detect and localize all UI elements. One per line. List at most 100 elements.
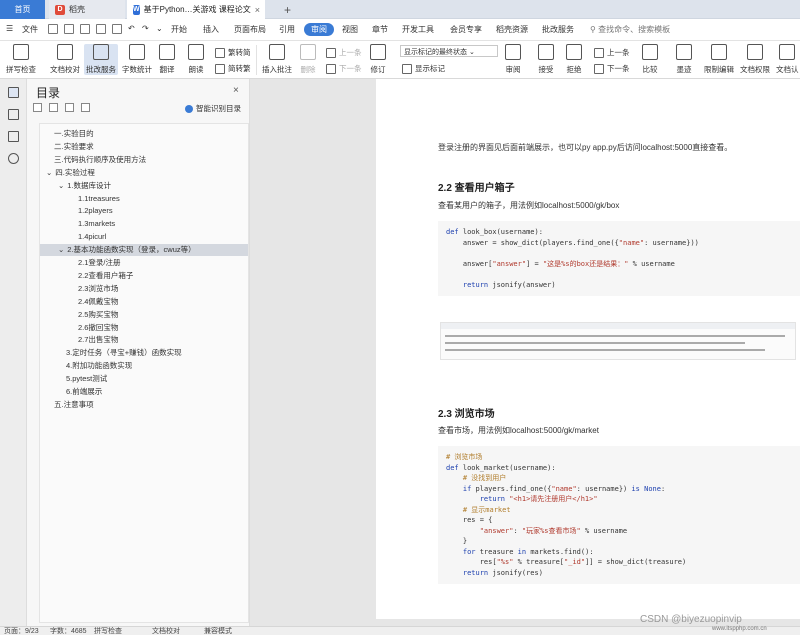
close-tab-icon[interactable]: ×: [255, 5, 260, 15]
doc-auth-button[interactable]: 文档认: [776, 44, 799, 75]
save-icon[interactable]: [64, 24, 74, 34]
show-markup-label: 显示标记: [415, 64, 445, 73]
correction-service-button[interactable]: 批改服务: [84, 44, 118, 75]
menu-resources[interactable]: 稻壳资源: [496, 24, 528, 35]
toc-item[interactable]: 1.2players: [40, 205, 248, 217]
toc-item[interactable]: 二.实验要求: [40, 141, 248, 153]
new-tab-icon[interactable]: +: [284, 3, 291, 17]
ink-button[interactable]: 墨迹: [676, 44, 692, 75]
track-changes-icon: [370, 44, 386, 60]
code-token: % username: [580, 526, 628, 535]
show-markup-button[interactable]: 显示标记: [402, 63, 445, 74]
toc-panel-icon[interactable]: [8, 87, 19, 98]
next-change-button[interactable]: 下一条: [594, 63, 630, 74]
toc-item[interactable]: 1.4picurl: [40, 231, 248, 243]
markup-state-select[interactable]: 显示标记的最终状态 ⌄: [400, 45, 498, 57]
open-icon[interactable]: [48, 24, 58, 34]
toc-item[interactable]: 2.7出售宝物: [40, 334, 248, 346]
reject-button[interactable]: 拒绝: [566, 44, 582, 75]
menu-references[interactable]: 引用: [279, 24, 295, 35]
prev-comment-button[interactable]: 上一条: [326, 47, 362, 58]
next-comment-button[interactable]: 下一条: [326, 63, 362, 74]
add-heading-icon[interactable]: [65, 103, 74, 112]
tab-store[interactable]: D 稻壳: [49, 0, 125, 19]
code-token: "name": [551, 484, 577, 493]
status-spell-check[interactable]: 拼写检查: [94, 627, 122, 635]
print-preview-icon[interactable]: [112, 24, 122, 34]
toc-item[interactable]: 2.3浏览市场: [40, 283, 248, 295]
toc-item[interactable]: 5.pytest测试: [40, 373, 248, 385]
tab-home[interactable]: 首页: [0, 0, 45, 19]
undo-icon[interactable]: ↶: [128, 24, 135, 33]
print-icon[interactable]: [96, 24, 106, 34]
word-count-button[interactable]: 字数统计: [122, 44, 152, 75]
menu-view[interactable]: 视图: [342, 24, 358, 35]
menu-chapter[interactable]: 章节: [372, 24, 388, 35]
accept-button[interactable]: 接受: [538, 44, 554, 75]
review-pane-button[interactable]: 审阅: [505, 44, 521, 75]
proofread-button[interactable]: 文档校对: [50, 44, 80, 75]
simp-to-trad-button[interactable]: 简转繁: [215, 63, 251, 74]
compat-mode: 兼容模式: [204, 628, 232, 635]
translate-button[interactable]: 翻译: [159, 44, 175, 75]
spell-check-button[interactable]: 拼写检查: [6, 44, 36, 75]
chevron-down-icon[interactable]: ⌄: [156, 24, 163, 33]
toc-expand-icon[interactable]: ⌄: [58, 181, 64, 190]
toc-item[interactable]: 6.前端展示: [40, 386, 248, 398]
toc-item[interactable]: ⌄ 1.数据库设计: [40, 180, 248, 192]
toc-item[interactable]: 2.2查看用户箱子: [40, 270, 248, 282]
tab-document[interactable]: W 基于Python…关游戏 课程论文 ×: [127, 0, 265, 19]
hamburger-icon[interactable]: ☰: [6, 24, 13, 33]
code-token: # 没找到用户: [446, 474, 507, 482]
toc-item[interactable]: 五.注意事项: [40, 399, 248, 411]
close-icon[interactable]: ×: [233, 85, 239, 96]
toc-item[interactable]: 三.代码执行顺序及使用方法: [40, 154, 248, 166]
status-proofread[interactable]: 文档校对: [152, 627, 180, 635]
menu-file[interactable]: 文件: [22, 24, 38, 35]
toc-expand-icon[interactable]: ⌄: [58, 245, 64, 254]
restrict-editing-button[interactable]: 限制编辑: [704, 44, 734, 75]
find-icon[interactable]: [8, 153, 19, 164]
toc-item[interactable]: 3.定时任务（寻宝+赚钱）函数实现: [40, 347, 248, 359]
toc-item[interactable]: ⌄ 2.基本功能函数实现（登录，cwuz等）: [40, 244, 248, 257]
export-pdf-icon[interactable]: [80, 24, 90, 34]
toc-item[interactable]: 1.3markets: [40, 218, 248, 230]
insert-comment-button[interactable]: 插入批注: [262, 44, 292, 75]
toc-expand-icon[interactable]: ⌄: [46, 168, 52, 177]
menu-start[interactable]: 开始: [171, 24, 187, 35]
toc-item-label: 6.前端展示: [66, 387, 103, 396]
menu-layout[interactable]: 页面布局: [234, 24, 266, 35]
toc-item[interactable]: 一.实验目的: [40, 128, 248, 140]
chapter-nav-icon[interactable]: [8, 109, 19, 120]
word-count-indicator[interactable]: 字数：4685: [50, 627, 87, 635]
menu-review[interactable]: 审阅: [304, 23, 334, 36]
menu-member[interactable]: 会员专享: [450, 24, 482, 35]
menu-dev-tools[interactable]: 开发工具: [402, 24, 434, 35]
simp-trad-label: 简转繁: [228, 64, 251, 73]
toc-item[interactable]: ⌄ 四.实验过程: [40, 167, 248, 179]
smart-toc-button[interactable]: 智能识别目录: [185, 103, 241, 114]
toc-item[interactable]: 2.4佩戴宝物: [40, 296, 248, 308]
page-indicator[interactable]: 页面：9/23: [4, 627, 39, 635]
collapse-all-icon[interactable]: [49, 103, 58, 112]
compare-button[interactable]: 比较: [642, 44, 658, 75]
menu-insert[interactable]: 插入: [203, 24, 219, 35]
remove-heading-icon[interactable]: [81, 103, 90, 112]
toc-item[interactable]: 2.6撤回宝物: [40, 322, 248, 334]
bookmark-icon[interactable]: [8, 131, 19, 142]
prev-change-button[interactable]: 上一条: [594, 47, 630, 58]
command-search[interactable]: ⚲ 查找命令、搜索模板: [590, 24, 670, 35]
toc-item[interactable]: 2.1登录/注册: [40, 257, 248, 269]
track-changes-button[interactable]: 修订: [370, 44, 386, 75]
delete-comment-button[interactable]: 删除: [300, 44, 316, 75]
toc-item[interactable]: 4.附加功能函数实现: [40, 360, 248, 372]
toc-item[interactable]: 1.1treasures: [40, 193, 248, 205]
doc-rights-button[interactable]: 文档权限: [740, 44, 770, 75]
read-aloud-button[interactable]: 朗读: [188, 44, 204, 75]
trad-to-simp-button[interactable]: 繁转简: [215, 47, 251, 58]
menu-bar: ☰ 文件 ↶ ↷ ⌄ 开始 插入 页面布局 引用 审阅 视图 章节 开发工具 会…: [0, 19, 800, 41]
redo-icon[interactable]: ↷: [142, 24, 149, 33]
menu-correction[interactable]: 批改服务: [542, 24, 574, 35]
expand-all-icon[interactable]: [33, 103, 42, 112]
toc-item[interactable]: 2.5购买宝物: [40, 309, 248, 321]
